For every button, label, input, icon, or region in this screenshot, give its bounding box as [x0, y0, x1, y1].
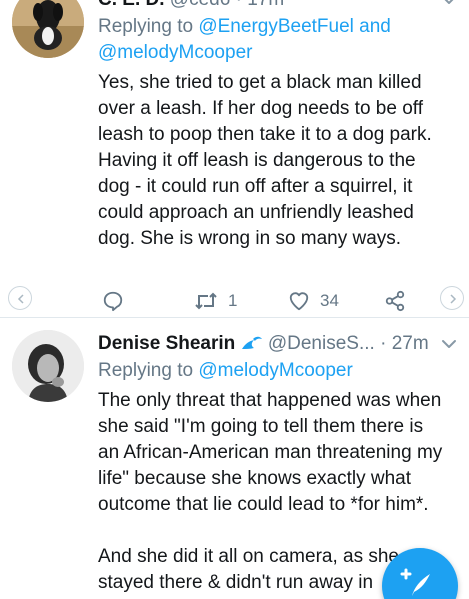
- reply-button[interactable]: [102, 290, 124, 312]
- avatar[interactable]: [12, 330, 84, 402]
- profile-photo: [12, 330, 84, 402]
- reply-icon: [103, 291, 123, 312]
- heart-icon: [289, 292, 309, 311]
- share-button[interactable]: [384, 290, 406, 312]
- tweet-card[interactable]: C. E. D. @ced6 · 17m Replying to @Energy…: [0, 0, 469, 316]
- wave-emoji-icon: [241, 336, 262, 349]
- tweet-text: Yes, she tried to get a black man killed…: [98, 72, 432, 249]
- timestamp[interactable]: 27m: [392, 333, 429, 354]
- tweet-actions: 1 34: [98, 290, 418, 314]
- retweet-icon: [195, 292, 217, 310]
- like-button[interactable]: 34: [288, 290, 339, 312]
- dog-avatar-image: [12, 0, 84, 58]
- replying-to: Replying to @melodyMcooper: [98, 358, 459, 384]
- mention-link[interactable]: @EnergyBeetFuel: [198, 16, 354, 37]
- replying-to: Replying to @EnergyBeetFuel and @melodyM…: [98, 14, 459, 66]
- chevron-left-icon: [17, 294, 24, 304]
- retweet-count: 1: [228, 291, 238, 310]
- next-arrow[interactable]: [440, 286, 464, 310]
- avatar[interactable]: [12, 0, 84, 58]
- chevron-right-icon: [450, 294, 457, 304]
- replying-prefix: Replying to: [98, 360, 194, 381]
- chevron-down-icon[interactable]: [441, 336, 457, 352]
- like-count: 34: [320, 291, 339, 310]
- chevron-down-icon[interactable]: [441, 0, 457, 8]
- display-name[interactable]: Denise Shearin: [98, 333, 235, 354]
- compose-tweet-icon: [400, 568, 430, 596]
- mention-link[interactable]: @melodyMcooper: [98, 42, 252, 63]
- tweet-header: C. E. D. @ced6 · 17m: [98, 0, 459, 14]
- user-handle[interactable]: @ced6: [170, 0, 231, 10]
- replying-prefix: Replying to: [98, 16, 194, 37]
- previous-arrow[interactable]: [8, 286, 32, 310]
- replying-and: and: [359, 16, 391, 37]
- display-name[interactable]: C. E. D.: [98, 0, 165, 10]
- retweet-button[interactable]: 1: [194, 290, 237, 312]
- separator: ·: [380, 333, 387, 354]
- mention-link[interactable]: @melodyMcooper: [198, 360, 352, 381]
- share-icon: [385, 290, 405, 312]
- timestamp[interactable]: 17m: [247, 0, 284, 10]
- separator: ·: [236, 0, 242, 10]
- user-handle[interactable]: @DeniseS...: [268, 333, 375, 354]
- tweet-header: Denise Shearin @DeniseS... · 27m: [98, 330, 459, 358]
